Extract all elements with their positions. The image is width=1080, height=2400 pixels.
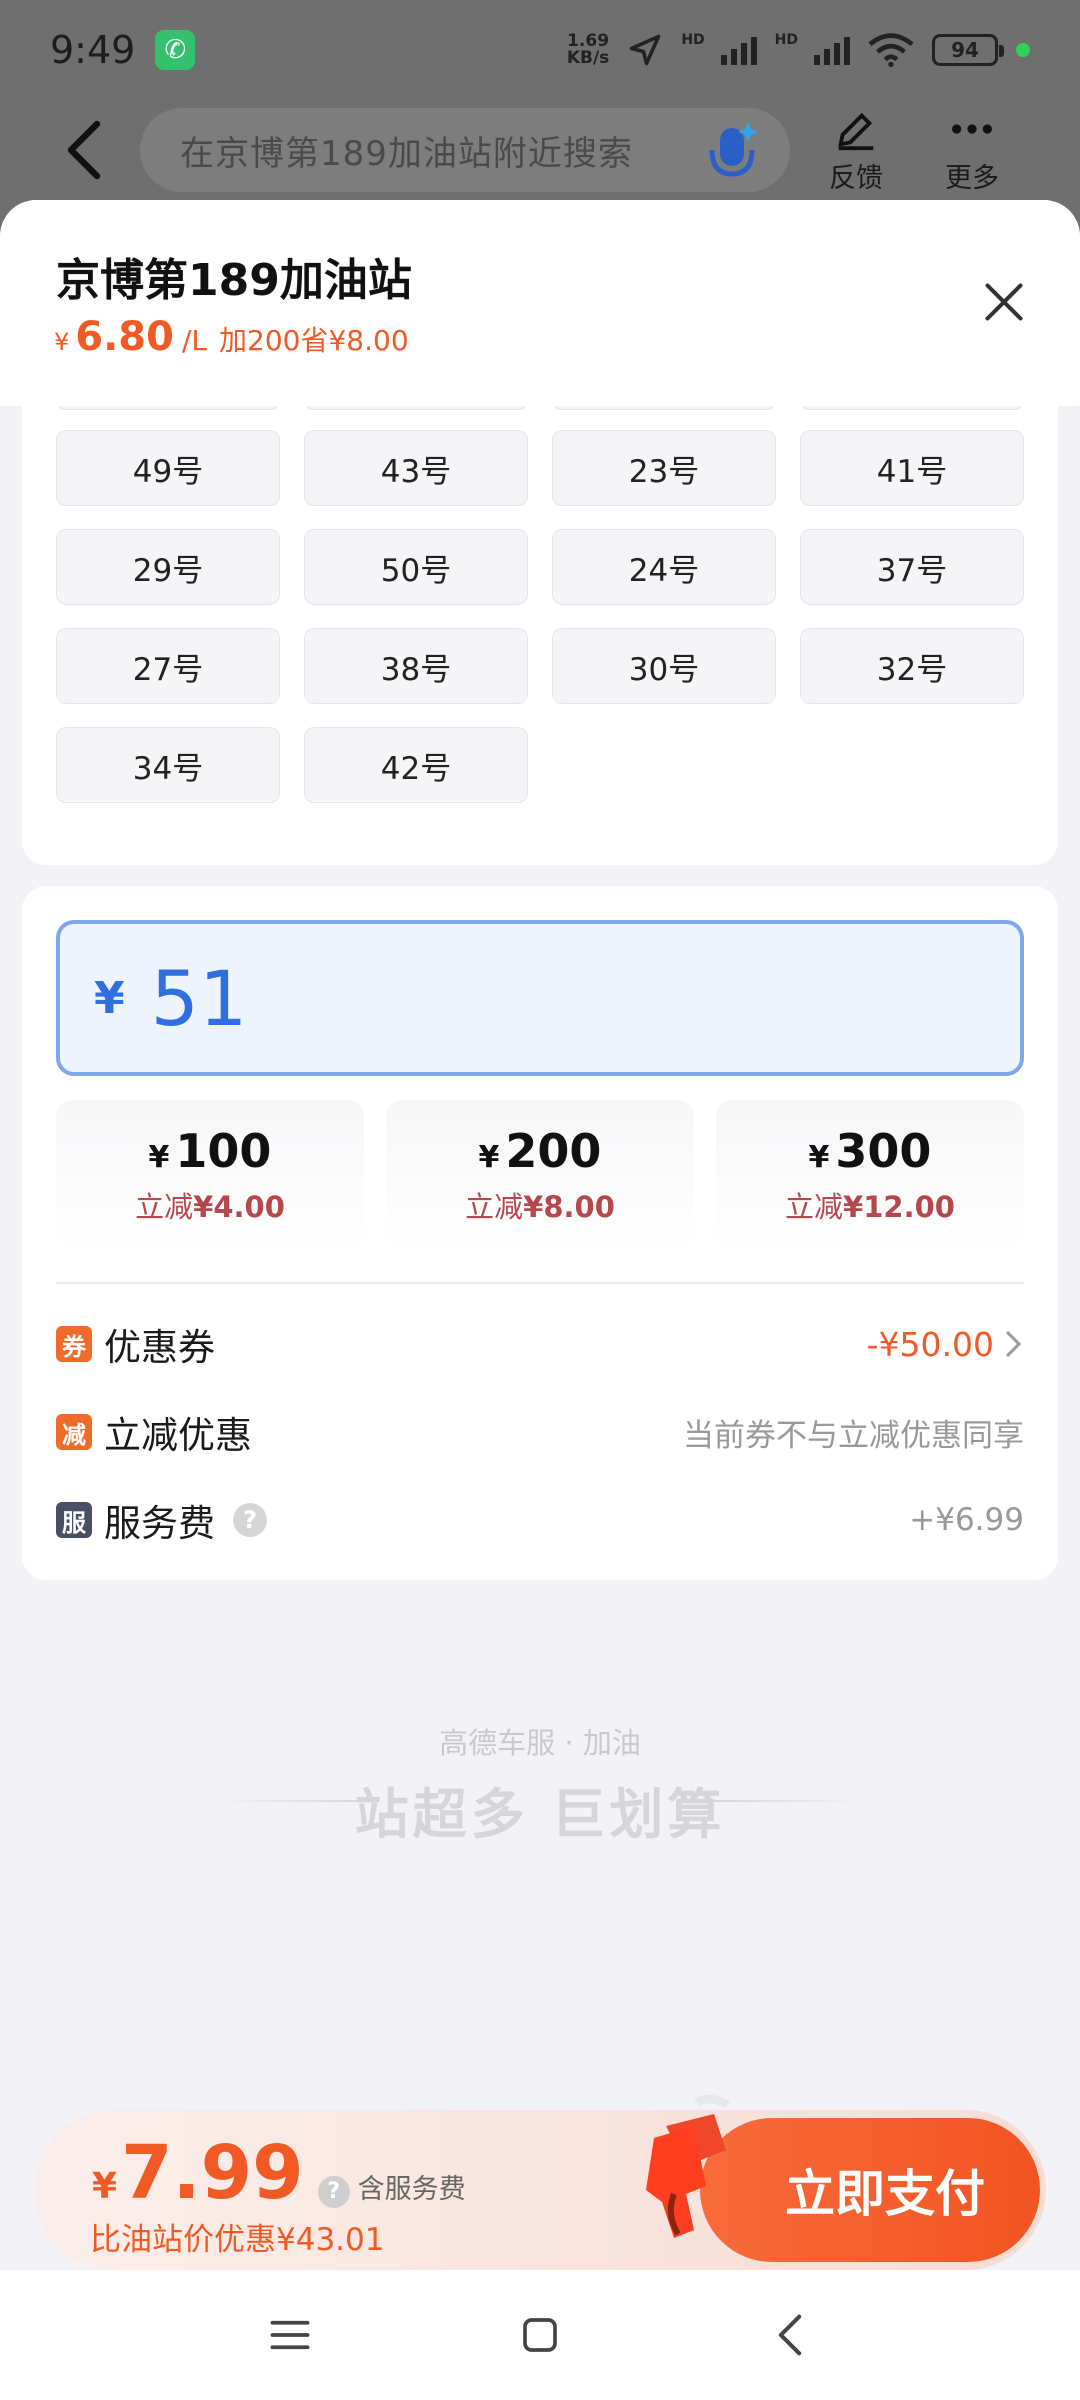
price-promo: 加200省¥8.00: [219, 324, 409, 357]
brand-slogan: 站超多 巨划算: [354, 1783, 726, 1846]
pump-button[interactable]: 32号: [800, 628, 1024, 704]
pump-button[interactable]: 34号: [56, 727, 280, 803]
pump-button[interactable]: 43号: [304, 430, 528, 506]
search-placeholder: 在京博第189加油站附近搜索: [180, 133, 633, 174]
pump-button[interactable]: 23号: [552, 430, 776, 506]
pump-button[interactable]: 24号: [552, 529, 776, 605]
status-icons: 1.69 KB/s HD HD 94: [567, 32, 1030, 68]
divider: [56, 1282, 1024, 1284]
quick-amount-value: 300: [835, 1124, 932, 1178]
includes-service-fee: 含服务费: [357, 2174, 466, 2205]
privacy-indicator: [1016, 43, 1030, 57]
service-fee-title: 服务费: [104, 1502, 215, 1545]
battery-level: 94: [951, 38, 979, 62]
station-sheet: 京博第189加油站 ¥ 6.80 /L 加200省¥8.00 49号 43号 2…: [0, 200, 1080, 2270]
help-icon[interactable]: ?: [233, 1503, 267, 1537]
system-back-button[interactable]: [760, 2305, 820, 2365]
menu-icon: [270, 2320, 310, 2350]
service-tag-icon: 服: [56, 1502, 92, 1538]
edit-icon: [838, 112, 874, 150]
station-price: ¥ 6.80 /L 加200省¥8.00: [54, 314, 409, 360]
more-dots-icon: [952, 123, 992, 134]
pump-button[interactable]: 49号: [56, 430, 280, 506]
pump-button[interactable]: 30号: [552, 628, 776, 704]
total-value: 7.99: [121, 2130, 304, 2216]
pump-button[interactable]: 41号: [800, 430, 1024, 506]
quick-amount-300[interactable]: ¥300 立减¥12.00: [716, 1100, 1024, 1250]
close-icon[interactable]: [982, 280, 1026, 324]
station-name: 京博第189加油站: [56, 255, 412, 306]
quick-amount-200[interactable]: ¥200 立减¥8.00: [386, 1100, 694, 1250]
signal-icon: [814, 35, 850, 65]
pump-button[interactable]: 42号: [304, 727, 528, 803]
quick-amount-saving: ¥12.00: [843, 1190, 955, 1224]
back-triangle-icon: [778, 2314, 802, 2356]
pump-button[interactable]: 27号: [56, 628, 280, 704]
location-arrow-icon: [630, 34, 661, 66]
service-fee-row: 服 服务费 ? +¥6.99: [56, 1490, 1024, 1550]
quick-amount-value: 200: [505, 1124, 602, 1178]
sheet-header: 京博第189加油站 ¥ 6.80 /L 加200省¥8.00: [0, 200, 1080, 406]
wifi-icon: [868, 33, 914, 68]
discount-tag-icon: 减: [56, 1414, 92, 1450]
signal-icon: [720, 35, 757, 65]
chevron-left-icon: [67, 120, 101, 180]
quick-amount-saving: ¥4.00: [193, 1190, 285, 1224]
network-speed: 1.69 KB/s: [567, 33, 609, 67]
price-value: 6.80: [75, 314, 174, 360]
brand-divider-right: [710, 1800, 860, 1802]
pump-button[interactable]: 38号: [304, 628, 528, 704]
system-navigation-bar: [0, 2270, 1080, 2400]
menu-button[interactable]: [260, 2305, 320, 2365]
coupon-value: -¥50.00: [866, 1324, 994, 1364]
amount-input[interactable]: ¥ 51: [56, 920, 1024, 1076]
battery-icon: 94: [932, 34, 1004, 66]
feedback-label: 反馈: [829, 162, 883, 194]
pump-selector: 49号 43号 23号 41号 29号 50号 24号 37号 27号 38号 …: [22, 380, 1058, 865]
fuel-nozzle-icon: [646, 2094, 730, 2238]
discount-note: 当前券不与立减优惠同享: [683, 1417, 1024, 1454]
top-navbar: 在京博第189加油站附近搜索 反馈 更多: [0, 100, 1080, 200]
coupon-row[interactable]: 券 优惠券 -¥50.00: [56, 1314, 1024, 1374]
back-button[interactable]: [50, 115, 120, 185]
pump-button[interactable]: 29号: [56, 529, 280, 605]
savings-text: 比油站价优惠¥43.01: [90, 2222, 385, 2258]
payment-bar: ¥ 7.99 ? 含服务费 比油站价优惠¥43.01 立即支付: [34, 2094, 1046, 2270]
home-button[interactable]: [510, 2305, 570, 2365]
discount-title: 立减优惠: [104, 1414, 252, 1457]
total-currency: ¥: [92, 2166, 118, 2207]
status-time: 9:49: [50, 28, 136, 72]
instant-discount-row: 减 立减优惠 当前券不与立减优惠同享: [56, 1402, 1024, 1462]
coupon-title: 优惠券: [104, 1326, 215, 1369]
quick-amount-100[interactable]: ¥100 立减¥4.00: [56, 1100, 364, 1250]
phone-call-icon: ✆: [155, 30, 196, 70]
pump-button[interactable]: 50号: [304, 529, 528, 605]
amount-value: 51: [150, 953, 248, 1043]
chevron-right-icon: [1005, 1330, 1022, 1358]
coupon-tag-icon: 券: [56, 1326, 92, 1362]
price-currency: ¥: [54, 328, 70, 356]
brand-subtitle: 高德车服 · 加油: [439, 1726, 641, 1760]
more-button[interactable]: 更多: [922, 106, 1022, 195]
home-square-icon: [523, 2318, 557, 2352]
voice-assistant-icon[interactable]: [700, 118, 764, 182]
pump-button[interactable]: 37号: [800, 529, 1024, 605]
payment-card: ¥ 51 ¥100 立减¥4.00 ¥200 立减¥8.00 ¥300 立减¥1…: [22, 886, 1058, 1580]
more-label: 更多: [945, 162, 999, 194]
quick-amount-value: 100: [175, 1124, 272, 1178]
network-speed-unit: KB/s: [566, 48, 610, 68]
pay-now-button[interactable]: 立即支付: [700, 2118, 1040, 2262]
amount-currency: ¥: [94, 972, 125, 1024]
search-input[interactable]: 在京博第189加油站附近搜索: [140, 108, 790, 192]
status-bar: 9:49 ✆ 1.69 KB/s HD HD 94: [0, 0, 1080, 100]
help-icon[interactable]: ?: [317, 2175, 350, 2208]
feedback-button[interactable]: 反馈: [806, 106, 906, 195]
total-price: ¥ 7.99 ? 含服务费: [92, 2130, 466, 2216]
price-unit: /L: [181, 324, 208, 357]
service-fee-value: +¥6.99: [909, 1502, 1024, 1538]
quick-amount-saving: ¥8.00: [523, 1190, 615, 1224]
